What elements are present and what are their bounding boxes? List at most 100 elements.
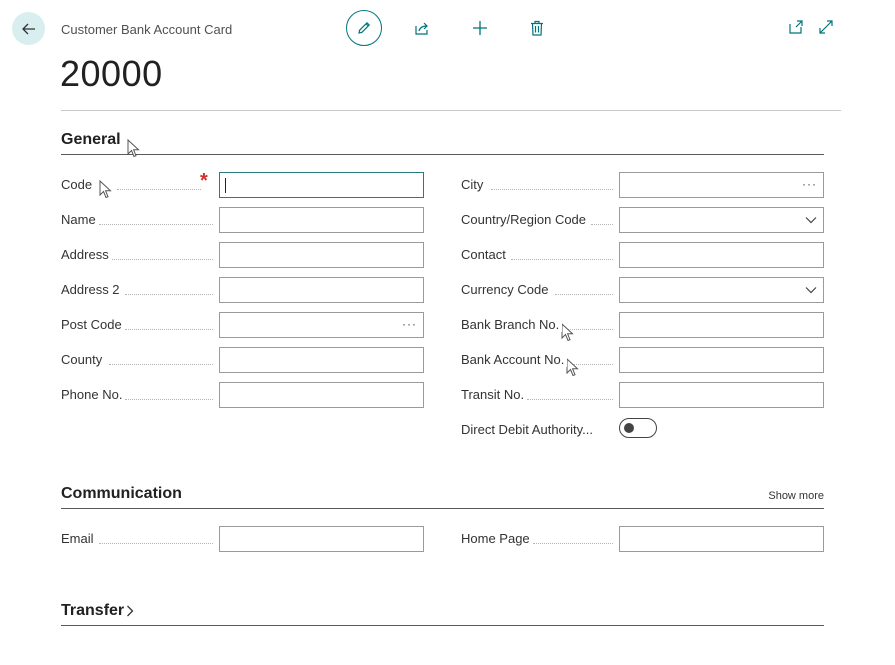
expand-icon: [819, 20, 833, 34]
name-input[interactable]: [219, 207, 424, 233]
open-in-new-window-icon: [789, 20, 803, 34]
bank-account-no-input[interactable]: [619, 347, 824, 373]
field-address-2: Address 2: [61, 277, 424, 303]
address-2-input[interactable]: [219, 277, 424, 303]
field-transit-no: Transit No.: [461, 382, 824, 408]
field-country-region-code: Country/Region Code: [461, 207, 824, 233]
email-input[interactable]: [219, 526, 424, 552]
bank-branch-no-label: Bank Branch No.: [461, 317, 563, 332]
title-divider: [61, 110, 841, 111]
edit-button[interactable]: [346, 10, 382, 46]
breadcrumb: Customer Bank Account Card: [61, 22, 233, 37]
bank-branch-no-input[interactable]: [619, 312, 824, 338]
leader-dots: [561, 328, 613, 330]
arrow-left-icon: [21, 23, 35, 34]
county-input[interactable]: [219, 347, 424, 373]
chevron-down-icon: [805, 217, 817, 224]
leader-dots: [569, 363, 613, 365]
section-transfer-header[interactable]: Transfer: [61, 602, 824, 626]
back-button[interactable]: [12, 12, 45, 45]
leader-dots: [99, 223, 213, 225]
leader-dots: [125, 398, 213, 400]
leader-dots: [527, 398, 613, 400]
leader-dots: [491, 188, 613, 190]
field-currency-code: Currency Code: [461, 277, 824, 303]
email-label: Email: [61, 531, 97, 546]
field-bank-account-no: Bank Account No.: [461, 347, 824, 373]
leader-dots: [125, 293, 213, 295]
leader-dots: [111, 258, 213, 260]
phone-no-label: Phone No.: [61, 387, 126, 402]
field-code: Code *: [61, 170, 424, 198]
code-input[interactable]: [219, 172, 424, 198]
section-transfer-label: Transfer: [61, 602, 125, 619]
city-input[interactable]: ···: [619, 172, 824, 198]
currency-code-select[interactable]: [619, 277, 824, 303]
field-bank-branch-no: Bank Branch No.: [461, 312, 824, 338]
new-button[interactable]: [470, 18, 490, 38]
open-new-window-button[interactable]: [787, 18, 805, 36]
section-communication-header[interactable]: Communication Show more: [61, 485, 824, 509]
field-home-page: Home Page: [461, 526, 824, 552]
required-indicator: *: [200, 170, 208, 192]
lookup-ellipsis-icon[interactable]: ···: [802, 177, 817, 191]
code-label: Code: [61, 177, 96, 192]
country-region-code-label: Country/Region Code: [461, 212, 590, 227]
field-county: County: [61, 347, 424, 373]
transit-no-input[interactable]: [619, 382, 824, 408]
chevron-right-icon: [127, 605, 134, 617]
contact-label: Contact: [461, 247, 509, 262]
plus-icon: [473, 21, 487, 35]
address-input[interactable]: [219, 242, 424, 268]
share-button[interactable]: [412, 18, 432, 38]
leader-dots: [591, 223, 613, 225]
trash-icon: [531, 20, 543, 36]
field-post-code: Post Code ···: [61, 312, 424, 338]
text-caret: [225, 178, 226, 193]
toggle-knob: [624, 422, 634, 433]
field-email: Email: [61, 526, 424, 552]
chevron-down-icon: [805, 287, 817, 294]
section-general-title: General: [61, 131, 121, 148]
leader-dots: [125, 328, 213, 330]
home-page-input[interactable]: [619, 526, 824, 552]
field-name: Name: [61, 207, 424, 233]
expand-button[interactable]: [817, 18, 835, 36]
currency-code-label: Currency Code: [461, 282, 552, 297]
post-code-input[interactable]: ···: [219, 312, 424, 338]
field-address: Address: [61, 242, 424, 268]
leader-dots: [109, 363, 213, 365]
pencil-icon: [358, 21, 371, 34]
country-region-code-select[interactable]: [619, 207, 824, 233]
show-more-link[interactable]: Show more: [768, 490, 824, 502]
share-icon: [415, 22, 428, 35]
phone-no-input[interactable]: [219, 382, 424, 408]
section-communication-title: Communication: [61, 485, 182, 502]
direct-debit-authority-toggle[interactable]: [619, 418, 657, 438]
leader-dots: [533, 542, 613, 544]
transit-no-label: Transit No.: [461, 387, 528, 402]
contact-input[interactable]: [619, 242, 824, 268]
county-label: County: [61, 352, 106, 367]
section-general-header[interactable]: General: [61, 131, 824, 155]
city-label: City: [461, 177, 487, 192]
field-phone-no: Phone No.: [61, 382, 424, 408]
field-direct-debit-authority: Direct Debit Authority...: [461, 417, 824, 443]
address-label: Address: [61, 247, 112, 262]
bank-account-no-label: Bank Account No.: [461, 352, 568, 367]
post-code-label: Post Code: [61, 317, 125, 332]
page-title: 20000: [60, 53, 163, 94]
section-transfer-title: Transfer: [61, 602, 135, 620]
field-city: City ···: [461, 172, 824, 198]
leader-dots: [555, 293, 613, 295]
action-toolbar: [346, 10, 543, 46]
lookup-ellipsis-icon[interactable]: ···: [402, 317, 417, 331]
name-label: Name: [61, 212, 99, 227]
address-2-label: Address 2: [61, 282, 123, 297]
home-page-label: Home Page: [461, 531, 533, 546]
leader-dots: [99, 542, 213, 544]
leader-dots: [511, 258, 613, 260]
direct-debit-authority-label: Direct Debit Authority...: [461, 422, 596, 437]
field-contact: Contact: [461, 242, 824, 268]
delete-button[interactable]: [527, 18, 547, 38]
